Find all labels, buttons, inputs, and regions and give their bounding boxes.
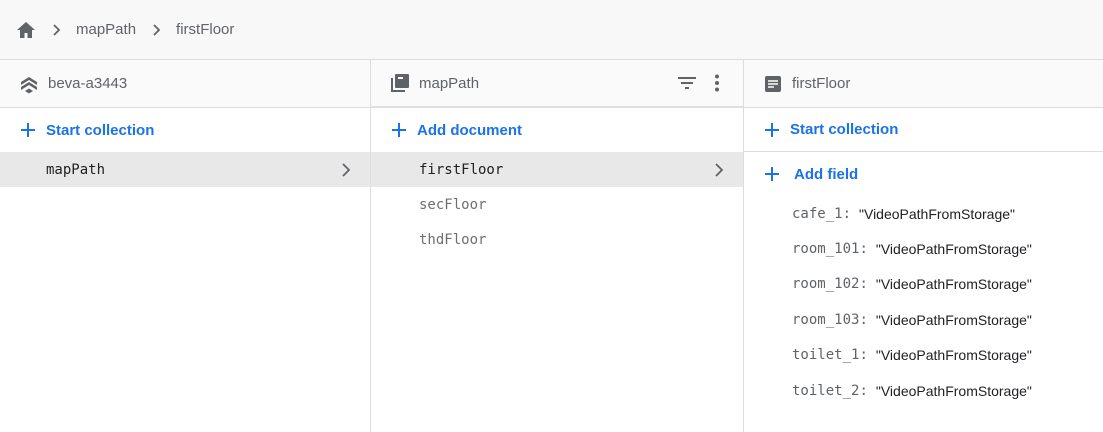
field-row[interactable]: room_102: "VideoPathFromStorage" <box>744 267 1103 302</box>
field-row[interactable]: cafe_1: "VideoPathFromStorage" <box>744 196 1103 231</box>
plus-icon <box>389 120 409 140</box>
field-value: "VideoPathFromStorage" <box>875 311 1032 328</box>
field-row[interactable]: room_101: "VideoPathFromStorage" <box>744 231 1103 266</box>
plus-icon <box>18 120 38 140</box>
add-document-label: Add document <box>417 121 522 139</box>
field-key: toilet_2 <box>792 382 860 399</box>
project-panel: beva-a3443 Start collection mapPath <box>0 60 371 432</box>
list-item-label: secFloor <box>419 196 487 213</box>
document-panel-header: firstFloor <box>744 60 1103 108</box>
collection-title: mapPath <box>419 74 480 92</box>
field-key: toilet_1 <box>792 347 860 364</box>
start-collection-button[interactable]: Start collection <box>0 108 370 152</box>
field-key: room_101 <box>792 241 860 258</box>
field-key: room_102 <box>792 276 860 293</box>
add-field-label: Add field <box>794 165 859 183</box>
chevron-right-icon <box>709 160 729 180</box>
plus-icon <box>762 164 782 184</box>
field-value: "VideoPathFromStorage" <box>875 347 1032 364</box>
collection-panel: mapPath Add document firstFloor secFloor… <box>371 60 744 432</box>
field-row[interactable]: toilet_2: "VideoPathFromStorage" <box>744 373 1103 408</box>
field-row[interactable]: toilet_1: "VideoPathFromStorage" <box>744 338 1103 373</box>
field-value: "VideoPathFromStorage" <box>875 382 1032 399</box>
firestore-icon <box>18 73 40 95</box>
list-item-secfloor[interactable]: secFloor <box>371 187 743 222</box>
home-icon[interactable] <box>16 20 36 40</box>
start-collection-label: Start collection <box>46 121 155 139</box>
breadcrumb: mapPath firstFloor <box>0 0 1103 60</box>
chevron-right-icon <box>44 20 68 40</box>
chevron-right-icon <box>144 20 168 40</box>
breadcrumb-item-mappath[interactable]: mapPath <box>76 21 136 38</box>
field-key: room_103 <box>792 311 860 328</box>
document-panel: firstFloor Start collection Add field ca… <box>744 60 1103 432</box>
document-icon <box>762 73 784 95</box>
project-panel-header: beva-a3443 <box>0 60 370 108</box>
field-value: "VideoPathFromStorage" <box>875 276 1032 293</box>
field-value: "VideoPathFromStorage" <box>859 205 1016 222</box>
filter-icon[interactable] <box>675 71 699 95</box>
field-value: "VideoPathFromStorage" <box>875 241 1032 258</box>
add-document-button[interactable]: Add document <box>371 108 743 152</box>
collection-panel-header: mapPath <box>371 60 743 108</box>
field-list: cafe_1: "VideoPathFromStorage" room_101:… <box>744 196 1103 408</box>
project-title: beva-a3443 <box>48 75 128 92</box>
chevron-right-icon <box>336 160 356 180</box>
list-item-mappath[interactable]: mapPath <box>0 152 370 187</box>
list-item-label: mapPath <box>46 161 106 178</box>
field-key: cafe_1 <box>792 205 843 222</box>
plus-icon <box>762 120 782 140</box>
document-title: firstFloor <box>792 75 851 92</box>
add-field-button[interactable]: Add field <box>744 152 1103 196</box>
start-collection-button[interactable]: Start collection <box>744 108 1103 152</box>
field-row[interactable]: room_103: "VideoPathFromStorage" <box>744 302 1103 337</box>
more-vert-icon[interactable] <box>705 71 729 95</box>
collection-icon <box>389 72 411 94</box>
breadcrumb-item-firstfloor[interactable]: firstFloor <box>176 21 234 38</box>
list-item-firstfloor[interactable]: firstFloor <box>371 152 743 187</box>
start-collection-label: Start collection <box>790 121 899 138</box>
list-item-thdfloor[interactable]: thdFloor <box>371 222 743 257</box>
list-item-label: thdFloor <box>419 231 487 248</box>
list-item-label: firstFloor <box>419 161 504 178</box>
